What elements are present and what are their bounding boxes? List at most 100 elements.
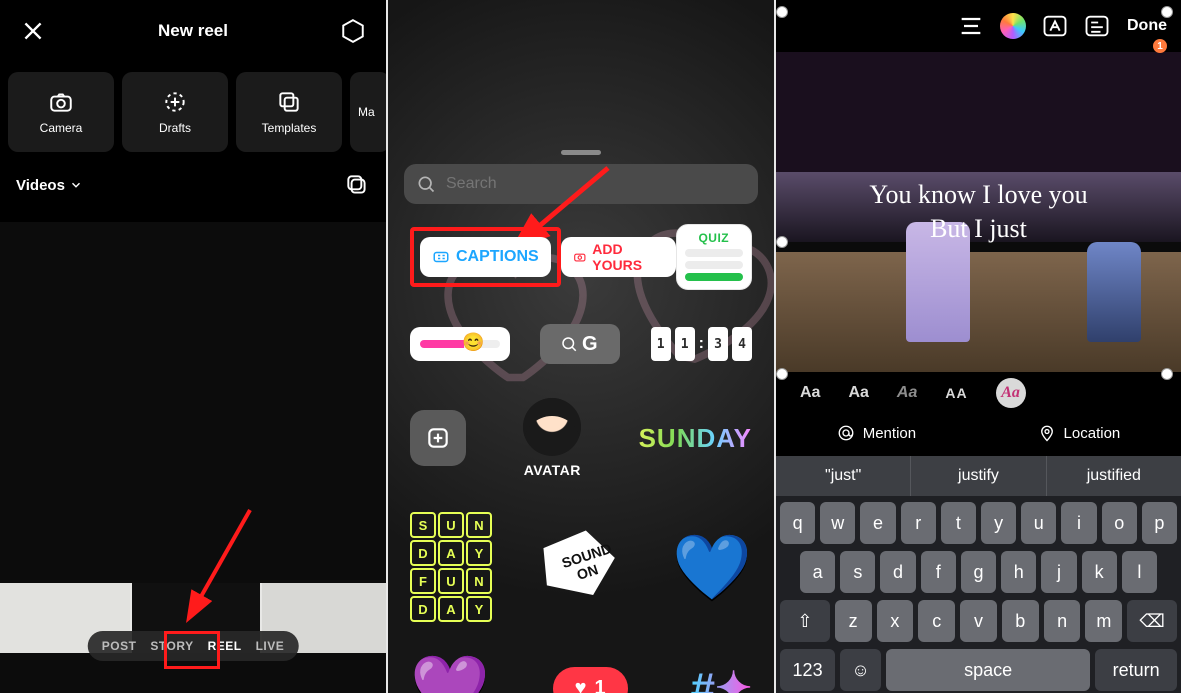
sticker-hashtag[interactable]: #✦: [691, 663, 752, 693]
key[interactable]: b: [1002, 600, 1039, 642]
sticker-emoji-slider[interactable]: [410, 327, 510, 361]
key[interactable]: n: [1044, 600, 1081, 642]
key[interactable]: g: [961, 551, 996, 593]
selection-handle[interactable]: [776, 6, 788, 18]
multi-select-icon[interactable]: [344, 172, 370, 198]
selection-handle[interactable]: [776, 368, 788, 380]
key[interactable]: k: [1082, 551, 1117, 593]
font-style-row: Aa Aa Aa AA Aa: [776, 378, 1181, 408]
key[interactable]: v: [960, 600, 997, 642]
sticker-sound-on[interactable]: SOUNDON: [532, 521, 632, 613]
key[interactable]: f: [921, 551, 956, 593]
caption-line: You know I love you: [776, 178, 1181, 212]
sticker-add-image[interactable]: [410, 410, 466, 466]
sticker-sunday-funday[interactable]: S U N D A Y F U N D A Y: [410, 512, 492, 622]
sticker-avatar-label: AVATAR: [524, 462, 581, 478]
done-button[interactable]: Done 1: [1127, 17, 1167, 35]
font-option[interactable]: Aa: [800, 384, 820, 402]
selection-handle[interactable]: [776, 236, 788, 248]
sticker-quiz[interactable]: QUIZ: [676, 224, 752, 290]
key[interactable]: w: [820, 502, 855, 544]
text-effect-icon[interactable]: [1041, 12, 1069, 40]
clock-digit: 1: [675, 327, 695, 361]
key[interactable]: j: [1041, 551, 1076, 593]
funday-letter: A: [438, 596, 464, 622]
quiz-option-line: [685, 261, 743, 269]
key[interactable]: s: [840, 551, 875, 593]
suggestion[interactable]: justified: [1047, 456, 1181, 496]
pane-text-editor: Done 1 You know I love you But I just Aa…: [776, 0, 1181, 693]
key[interactable]: q: [780, 502, 815, 544]
key[interactable]: o: [1102, 502, 1137, 544]
sticker-search-input[interactable]: [446, 175, 746, 193]
settings-icon[interactable]: [340, 18, 366, 44]
funday-letter: N: [466, 568, 492, 594]
sticker-gif-search[interactable]: G: [540, 324, 620, 364]
tile-more-clipped[interactable]: Ma: [350, 72, 386, 152]
text-animation-icon[interactable]: [1083, 12, 1111, 40]
sticker-heart-purple[interactable]: 💜: [410, 656, 490, 693]
align-icon[interactable]: [957, 12, 985, 40]
sticker-likes[interactable]: ♥ 1: [553, 667, 628, 693]
key[interactable]: z: [835, 600, 872, 642]
mention-button[interactable]: Mention: [837, 424, 916, 442]
sticker-time[interactable]: 1 1 : 3 4: [651, 327, 752, 361]
sticker-add-yours[interactable]: ADD YOURS: [561, 237, 676, 277]
camera-mode-selector[interactable]: POST STORY REEL LIVE: [88, 631, 299, 661]
sticker-captions[interactable]: CAPTIONS: [420, 237, 551, 277]
mode-reel[interactable]: REEL: [208, 639, 242, 653]
key[interactable]: h: [1001, 551, 1036, 593]
mode-live[interactable]: LIVE: [256, 639, 285, 653]
color-picker-icon[interactable]: [999, 12, 1027, 40]
tile-camera[interactable]: Camera: [8, 72, 114, 152]
caption-line: But I just: [776, 212, 1181, 246]
library-dropdown-label: Videos: [16, 177, 65, 194]
key[interactable]: a: [800, 551, 835, 593]
key-123[interactable]: 123: [780, 649, 835, 691]
key-shift[interactable]: ⇧: [780, 600, 830, 642]
location-icon: [1038, 424, 1056, 442]
font-option-selected[interactable]: Aa: [996, 378, 1026, 408]
sheet-grabber[interactable]: [561, 150, 601, 155]
key[interactable]: t: [941, 502, 976, 544]
key-return[interactable]: return: [1095, 649, 1177, 691]
key[interactable]: m: [1085, 600, 1122, 642]
selection-handle[interactable]: [1161, 368, 1173, 380]
mode-story[interactable]: STORY: [150, 639, 193, 653]
key[interactable]: c: [918, 600, 955, 642]
key[interactable]: p: [1142, 502, 1177, 544]
clock-separator: :: [699, 335, 704, 353]
tile-templates[interactable]: Templates: [236, 72, 342, 152]
key[interactable]: u: [1021, 502, 1056, 544]
location-button[interactable]: Location: [1038, 424, 1121, 442]
suggestion[interactable]: "just": [776, 456, 911, 496]
key[interactable]: x: [877, 600, 914, 642]
sticker-sunday-text[interactable]: SUNDAY: [639, 423, 752, 454]
caption-overlay-text[interactable]: You know I love you But I just: [776, 178, 1181, 246]
key-emoji[interactable]: ☺: [840, 649, 881, 691]
tile-drafts[interactable]: Drafts: [122, 72, 228, 152]
search-icon: [560, 335, 578, 353]
tag-row: Mention Location: [776, 424, 1181, 442]
library-dropdown[interactable]: Videos: [16, 176, 83, 194]
key[interactable]: r: [901, 502, 936, 544]
suggestion[interactable]: justify: [911, 456, 1046, 496]
sticker-heart-cyan[interactable]: 💙: [672, 535, 752, 599]
heart-icon: ♥: [575, 677, 587, 693]
key[interactable]: y: [981, 502, 1016, 544]
sticker-gif-label: G: [582, 333, 601, 356]
key[interactable]: i: [1061, 502, 1096, 544]
font-option[interactable]: AA: [945, 385, 967, 401]
font-option[interactable]: Aa: [848, 384, 868, 402]
sticker-avatar[interactable]: AVATAR: [523, 398, 581, 478]
font-option[interactable]: Aa: [897, 384, 917, 402]
key[interactable]: e: [860, 502, 895, 544]
sticker-search[interactable]: [404, 164, 758, 204]
key-space[interactable]: space: [886, 649, 1090, 691]
close-icon[interactable]: [20, 18, 46, 44]
key-backspace[interactable]: ⌫: [1127, 600, 1177, 642]
key[interactable]: d: [880, 551, 915, 593]
key[interactable]: l: [1122, 551, 1157, 593]
selection-handle[interactable]: [1161, 6, 1173, 18]
mode-post[interactable]: POST: [102, 639, 137, 653]
